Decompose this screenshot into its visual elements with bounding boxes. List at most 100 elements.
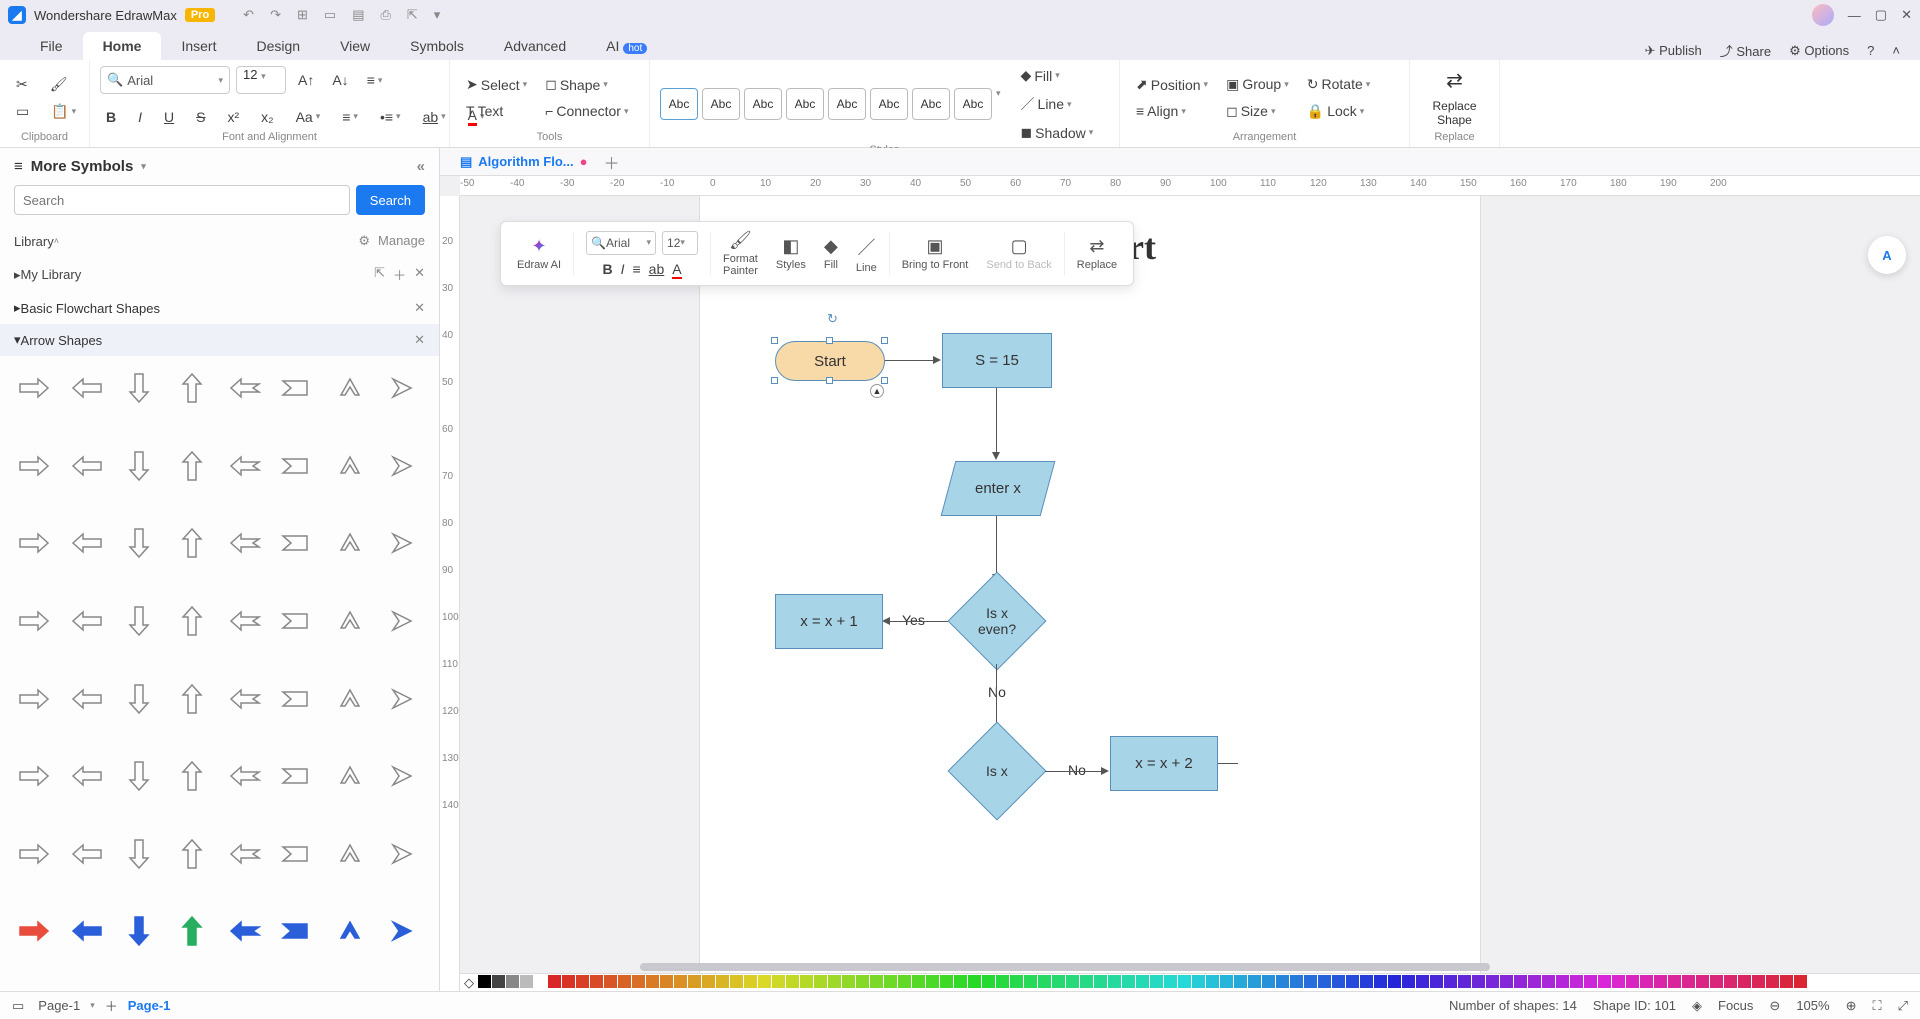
- color-swatch[interactable]: [1192, 975, 1205, 988]
- focus-button[interactable]: Focus: [1718, 998, 1753, 1013]
- undo-icon[interactable]: ↶: [243, 7, 254, 23]
- arrow-shape-item[interactable]: [63, 519, 111, 567]
- horizontal-scrollbar[interactable]: [640, 963, 1820, 973]
- color-swatch[interactable]: [716, 975, 729, 988]
- color-swatch[interactable]: [1444, 975, 1457, 988]
- menu-design[interactable]: Design: [236, 32, 320, 60]
- connector[interactable]: [996, 664, 997, 729]
- color-swatch[interactable]: [758, 975, 771, 988]
- color-swatch[interactable]: [618, 975, 631, 988]
- arrow-shape-item[interactable]: [168, 752, 216, 800]
- arrow-shape-item[interactable]: [378, 442, 426, 490]
- arrow-shape-item[interactable]: [221, 752, 269, 800]
- manage-icon[interactable]: ⚙: [358, 233, 370, 249]
- page-tab[interactable]: Page-1: [38, 998, 80, 1013]
- arrow-shape-item[interactable]: [168, 364, 216, 412]
- float-replace[interactable]: ⇄Replace: [1069, 228, 1125, 279]
- arrow-shape-item[interactable]: [10, 364, 58, 412]
- open-icon[interactable]: ▭: [324, 7, 336, 23]
- color-swatch[interactable]: [1430, 975, 1443, 988]
- arrow-shape-item[interactable]: [168, 830, 216, 878]
- float-fill[interactable]: ◆Fill: [816, 228, 846, 279]
- color-swatch[interactable]: [1598, 975, 1611, 988]
- color-swatch[interactable]: [1458, 975, 1471, 988]
- arrow-shape-item[interactable]: [63, 364, 111, 412]
- edraw-ai-button[interactable]: ✦ Edraw AI: [509, 228, 569, 279]
- connector[interactable]: [888, 621, 948, 622]
- arrow-shape-item[interactable]: [168, 907, 216, 955]
- add-icon[interactable]: ＋: [393, 265, 406, 284]
- more-symbols-label[interactable]: More Symbols: [31, 158, 134, 175]
- color-swatch[interactable]: [632, 975, 645, 988]
- color-swatch[interactable]: [1780, 975, 1793, 988]
- color-swatch[interactable]: [1122, 975, 1135, 988]
- color-swatch[interactable]: [1472, 975, 1485, 988]
- color-swatch[interactable]: [1584, 975, 1597, 988]
- color-swatch[interactable]: [1696, 975, 1709, 988]
- arrow-shape-item[interactable]: [10, 442, 58, 490]
- float-send-back[interactable]: ▢Send to Back: [978, 228, 1059, 279]
- export-icon[interactable]: ⇱: [407, 7, 418, 23]
- color-swatch[interactable]: [1752, 975, 1765, 988]
- selection-handle[interactable]: [771, 377, 778, 384]
- collapse-ribbon-icon[interactable]: ˄: [1892, 43, 1900, 58]
- color-swatch[interactable]: [1248, 975, 1261, 988]
- color-swatch[interactable]: [590, 975, 603, 988]
- color-swatch[interactable]: [1486, 975, 1499, 988]
- color-swatch[interactable]: [1612, 975, 1625, 988]
- shape-io-enterx[interactable]: enter x: [941, 461, 1056, 516]
- float-bring-front[interactable]: ▣Bring to Front: [894, 228, 977, 279]
- selection-handle[interactable]: [771, 337, 778, 344]
- arrow-shape-item[interactable]: [326, 597, 374, 645]
- arrow-shape-item[interactable]: [326, 519, 374, 567]
- color-swatch[interactable]: [492, 975, 505, 988]
- arrow-shape-item[interactable]: [63, 907, 111, 955]
- shape-process-s15[interactable]: S = 15: [942, 333, 1052, 388]
- bullets-icon[interactable]: •≡▾: [374, 104, 407, 129]
- align-button[interactable]: ≡ Align▾: [1130, 100, 1214, 122]
- font-size-select[interactable]: 12 ▾: [236, 66, 286, 94]
- highlight-icon[interactable]: ab▾: [417, 104, 452, 129]
- color-swatch[interactable]: [1640, 975, 1653, 988]
- color-swatch[interactable]: [954, 975, 967, 988]
- shadow-button[interactable]: ◼ Shadow▾: [1015, 121, 1100, 144]
- color-swatch[interactable]: [1234, 975, 1247, 988]
- color-swatch[interactable]: [1276, 975, 1289, 988]
- selection-handle[interactable]: [881, 337, 888, 344]
- color-swatch[interactable]: [1766, 975, 1779, 988]
- style-more-icon[interactable]: ▾: [996, 88, 1001, 120]
- color-swatch[interactable]: [1332, 975, 1345, 988]
- color-swatch[interactable]: [1038, 975, 1051, 988]
- arrow-shape-item[interactable]: [115, 752, 163, 800]
- arrow-shape-item[interactable]: [115, 830, 163, 878]
- color-swatch[interactable]: [1150, 975, 1163, 988]
- underline-icon[interactable]: U: [158, 104, 180, 129]
- style-preset[interactable]: Abc: [660, 88, 698, 120]
- color-swatch[interactable]: [1178, 975, 1191, 988]
- group-button[interactable]: ▣ Group▾: [1220, 73, 1295, 96]
- arrow-shape-item[interactable]: [273, 907, 321, 955]
- save-icon[interactable]: ▤: [352, 7, 364, 23]
- color-swatch[interactable]: [1654, 975, 1667, 988]
- color-swatch[interactable]: [1220, 975, 1233, 988]
- style-preset[interactable]: Abc: [954, 88, 992, 120]
- color-swatch[interactable]: [1262, 975, 1275, 988]
- select-tool[interactable]: ➤ Select▾: [460, 73, 533, 96]
- color-swatch[interactable]: [1346, 975, 1359, 988]
- layers-icon[interactable]: ◈: [1692, 998, 1702, 1014]
- color-swatch[interactable]: [1416, 975, 1429, 988]
- arrow-shape-item[interactable]: [378, 752, 426, 800]
- color-swatch[interactable]: [982, 975, 995, 988]
- selection-handle[interactable]: [826, 377, 833, 384]
- arrow-shape-item[interactable]: [273, 675, 321, 723]
- decrease-font-icon[interactable]: A↓: [326, 66, 354, 94]
- float-size-select[interactable]: 12▾: [662, 231, 698, 255]
- float-italic-icon[interactable]: I: [621, 261, 625, 277]
- menu-symbols[interactable]: Symbols: [390, 32, 484, 60]
- color-swatch[interactable]: [870, 975, 883, 988]
- float-fontcolor-icon[interactable]: A: [672, 261, 681, 277]
- fill-button[interactable]: ◆ Fill▾: [1015, 64, 1100, 87]
- copy-icon[interactable]: ▭: [10, 100, 35, 123]
- color-swatch[interactable]: [1304, 975, 1317, 988]
- color-swatch[interactable]: [828, 975, 841, 988]
